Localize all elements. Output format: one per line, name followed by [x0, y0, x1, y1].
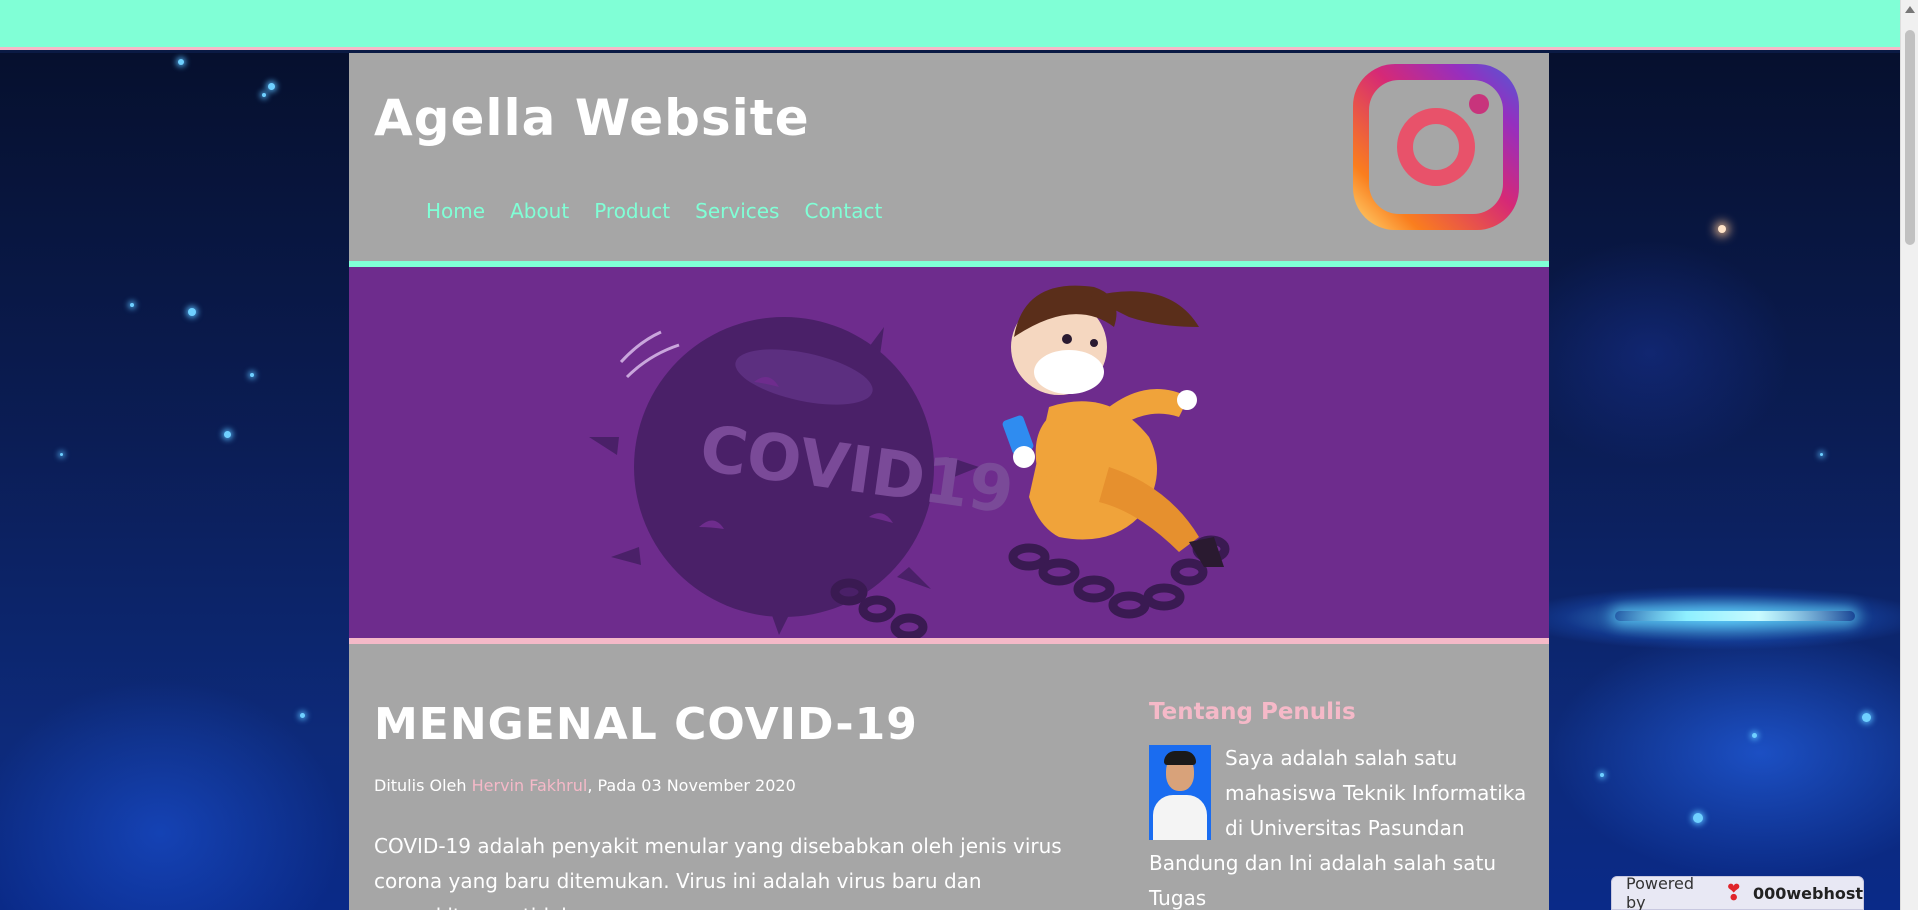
- site-header: Agella Website Home About Product Servic…: [349, 53, 1549, 261]
- sidebar-title: Tentang Penulis: [1149, 699, 1356, 725]
- page-container: Agella Website Home About Product Servic…: [349, 53, 1549, 910]
- article-title: MENGENAL COVID-19: [374, 699, 918, 750]
- article-body: COVID-19 adalah penyakit menular yang di…: [374, 834, 1062, 910]
- nav-home[interactable]: Home: [426, 199, 485, 223]
- 000webhost-logo-icon: ❣: [1724, 880, 1743, 906]
- author-link[interactable]: Hervin Fakhrul: [472, 776, 588, 795]
- sidebar: Tentang Penulis Saya adalah salah satu m…: [1149, 699, 1529, 910]
- hero-banner: COVID19: [349, 267, 1549, 638]
- nav-about[interactable]: About: [510, 199, 569, 223]
- main-nav: Home About Product Services Contact: [426, 199, 882, 223]
- content-area: MENGENAL COVID-19 Ditulis Oleh Hervin Fa…: [349, 644, 1549, 910]
- scroll-up-icon[interactable]: [1905, 6, 1915, 13]
- site-title: Agella Website: [374, 89, 810, 147]
- article-byline: Ditulis Oleh Hervin Fakhrul, Pada 03 Nov…: [374, 776, 796, 795]
- powered-by-badge[interactable]: Powered by ❣ 000webhost: [1611, 874, 1864, 910]
- nav-contact[interactable]: Contact: [804, 199, 882, 223]
- top-bar: [0, 0, 1900, 50]
- nav-product[interactable]: Product: [594, 199, 670, 223]
- powered-label: Powered by: [1626, 874, 1695, 910]
- instagram-icon[interactable]: [1353, 64, 1519, 230]
- covid-illustration: COVID19: [589, 285, 1230, 638]
- nav-services[interactable]: Services: [695, 199, 779, 223]
- byline-suffix: , Pada 03 November 2020: [587, 776, 796, 795]
- author-photo: [1149, 745, 1211, 840]
- page-scrollbar[interactable]: [1900, 0, 1918, 910]
- scroll-thumb[interactable]: [1905, 30, 1915, 245]
- brand-name: 000webhost: [1752, 883, 1863, 903]
- byline-prefix: Ditulis Oleh: [374, 776, 472, 795]
